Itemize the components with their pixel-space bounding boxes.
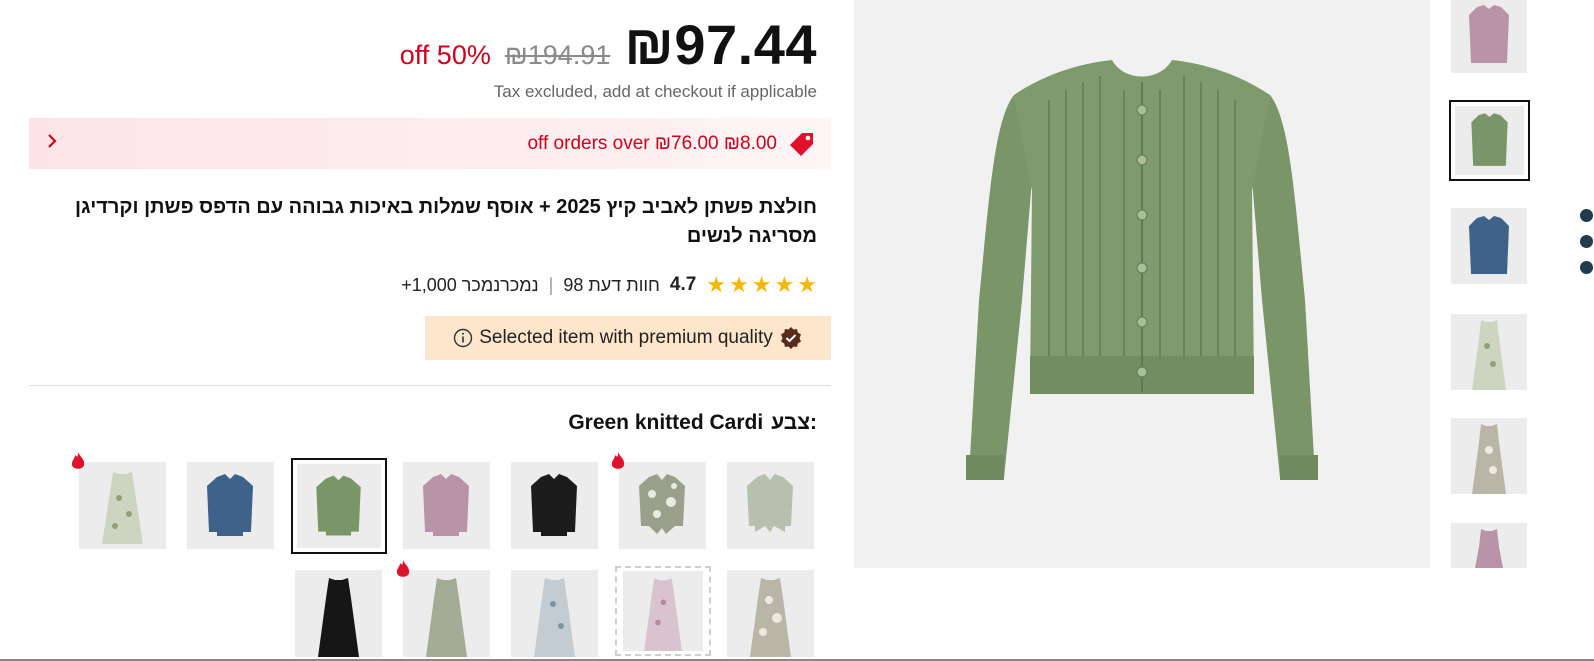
swatch-pink-floral-dress[interactable]: [615, 566, 711, 656]
swatch-blue-floral-dress[interactable]: [511, 570, 598, 657]
swatch-floral-dress-print[interactable]: [727, 570, 814, 657]
price-row: off 50% ₪194.91 ₪97.44: [400, 12, 817, 77]
star-icon: ★: [774, 272, 795, 297]
swatch-floral-shirt[interactable]: [619, 462, 706, 549]
sold-count: +1,000 נמכרנמכר: [401, 274, 539, 295]
color-selector-label: Green knitted Cardi צבע:: [568, 411, 817, 435]
swatch-sage-dress[interactable]: [403, 570, 490, 657]
green-cardigan-image: [966, 60, 1318, 480]
star-icon: ★: [729, 272, 749, 297]
swatch-blue-cardigan[interactable]: [187, 462, 274, 549]
review-count[interactable]: 98 חוות דעת: [563, 275, 660, 296]
discount-label: off 50%: [399, 40, 491, 70]
hot-flame-icon: [396, 560, 410, 577]
hot-flame-icon: [611, 452, 625, 469]
original-price: ₪194.91: [504, 40, 611, 70]
current-price: ₪97.44: [624, 13, 817, 76]
verified-badge-icon: [780, 327, 801, 349]
swatch-green-cardigan[interactable]: [291, 458, 387, 554]
swatch-floral-dress-green[interactable]: [79, 462, 166, 549]
carousel-dot[interactable]: [1580, 235, 1593, 248]
thumbnail-blue-cardigan[interactable]: [1451, 208, 1527, 284]
rating-row[interactable]: +1,000 נמכרנמכר | 98 חוות דעת 4.7 ★ ★ ★ …: [401, 274, 817, 296]
star-icon: ★: [797, 272, 817, 297]
product-title: חולצת פשתן לאביב קיץ 2025 + אוסף שמלות ב…: [75, 196, 817, 247]
color-label: צבע:: [771, 411, 817, 434]
premium-quality-badge[interactable]: Selected item with premium quality: [425, 316, 831, 360]
rating-value: 4.7: [669, 274, 697, 295]
swatch-pink-cardigan[interactable]: [403, 462, 490, 549]
chevron-left-icon: [45, 132, 65, 156]
main-product-image[interactable]: [854, 0, 1430, 568]
star-rating: ★ ★ ★ ★ ★: [706, 274, 817, 296]
coupon-bar[interactable]: off orders over ₪76.00 ₪8.00: [29, 118, 831, 169]
thumbnail-pink-cardigan[interactable]: [1451, 0, 1527, 73]
carousel-dot[interactable]: [1580, 261, 1593, 274]
hot-flame-icon: [71, 452, 85, 469]
info-icon: [454, 328, 473, 348]
star-icon: ★: [706, 272, 727, 297]
thumbnail-floral-dress-green[interactable]: [1451, 314, 1527, 390]
star-icon: ★: [751, 272, 772, 297]
coupon-text: off orders over ₪76.00 ₪8.00: [527, 132, 777, 154]
swatch-black-dress[interactable]: [295, 570, 382, 657]
thumbnail-floral-dress-print[interactable]: [1451, 418, 1527, 494]
section-divider: [29, 385, 831, 386]
tax-note: Tax excluded, add at checkout if applica…: [493, 82, 817, 101]
rating-separator: |: [548, 274, 554, 295]
carousel-dot[interactable]: [1580, 209, 1593, 222]
tag-icon: [790, 132, 813, 156]
selected-color-value: Green knitted Cardi: [568, 411, 764, 434]
thumbnail-green-cardigan[interactable]: [1449, 100, 1530, 181]
premium-text: Selected item with premium quality: [479, 327, 773, 348]
swatch-green-shirt[interactable]: [727, 462, 814, 549]
thumbnail-pink-floral-dress[interactable]: [1451, 523, 1527, 568]
swatch-black-cardigan[interactable]: [511, 462, 598, 549]
